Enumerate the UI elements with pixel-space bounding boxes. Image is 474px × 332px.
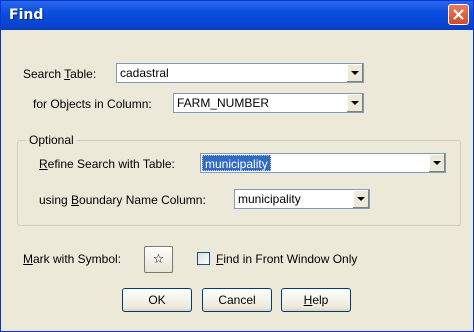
search-table-dropdown[interactable]: cadastral (116, 63, 364, 83)
front-window-checkbox[interactable] (197, 252, 210, 265)
search-table-label: Search Table: (23, 67, 97, 81)
optional-group-title: Optional (26, 133, 77, 147)
objects-column-value: FARM_NUMBER (177, 96, 270, 110)
title-bar[interactable]: Find (1, 1, 473, 30)
cancel-button[interactable]: Cancel (202, 288, 272, 312)
ok-button[interactable]: OK (122, 288, 192, 312)
mark-symbol-label: Mark with Symbol: (23, 252, 122, 266)
star-icon: ☆ (152, 251, 165, 266)
refine-table-dropdown-button[interactable] (428, 154, 445, 172)
objects-column-dropdown[interactable]: FARM_NUMBER (173, 93, 364, 113)
window-title: Find (9, 7, 44, 23)
search-table-value: cadastral (120, 66, 169, 80)
refine-table-label: Refine Search with Table: (39, 157, 175, 171)
chevron-down-icon (433, 161, 441, 165)
find-dialog: Find Search Table: cadastral for Objects… (0, 0, 474, 332)
cancel-button-label: Cancel (218, 293, 256, 307)
chevron-down-icon (351, 101, 359, 105)
boundary-column-value: municipality (238, 192, 301, 206)
front-window-label[interactable]: Find in Front Window Only (216, 252, 357, 266)
objects-column-dropdown-button[interactable] (346, 94, 363, 112)
search-table-dropdown-button[interactable] (346, 64, 363, 82)
ok-button-label: OK (148, 293, 166, 307)
symbol-picker-button[interactable]: ☆ (144, 246, 173, 273)
boundary-column-dropdown-button[interactable] (352, 190, 369, 208)
refine-table-value: municipality (202, 155, 271, 171)
refine-table-dropdown[interactable]: municipality (200, 153, 446, 173)
chevron-down-icon (351, 71, 359, 75)
boundary-column-label: using Boundary Name Column: (39, 193, 206, 207)
objects-column-label: for Objects in Column: (33, 97, 152, 111)
close-icon (453, 9, 464, 20)
help-button[interactable]: Help (281, 288, 351, 312)
chevron-down-icon (357, 197, 365, 201)
close-button[interactable] (448, 4, 469, 25)
help-button-label: elp (312, 293, 329, 307)
boundary-column-dropdown[interactable]: municipality (234, 189, 370, 209)
